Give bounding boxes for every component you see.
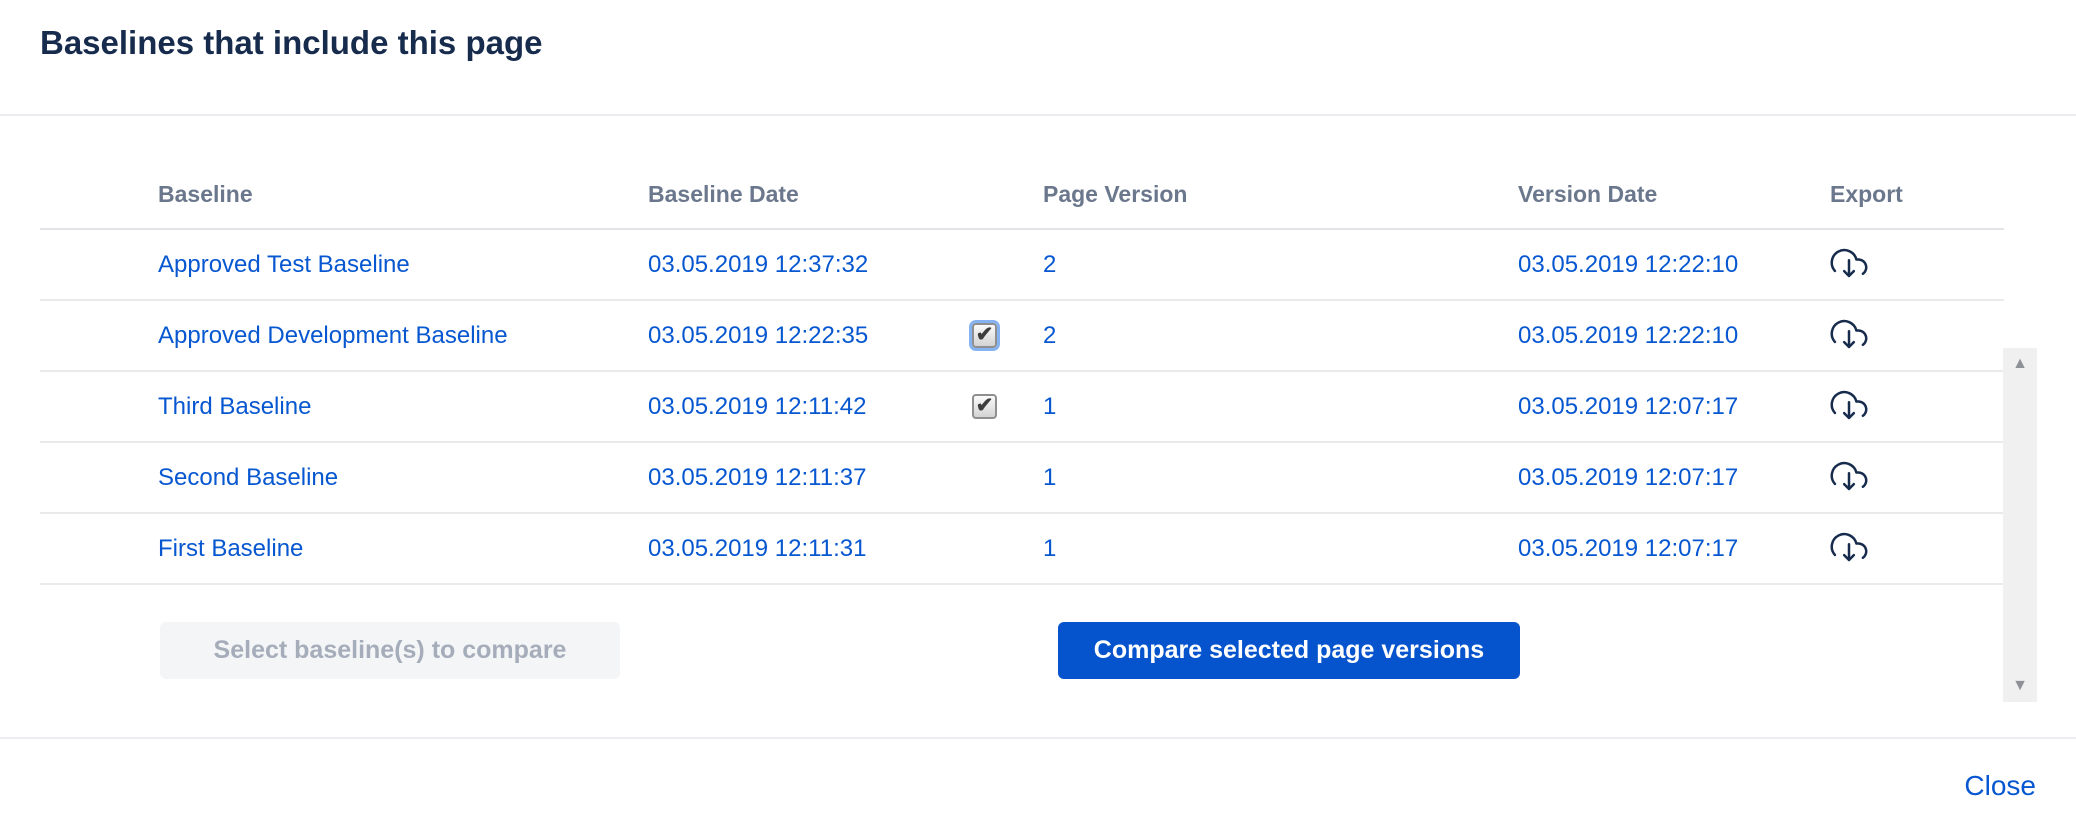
column-header-version-date: Version Date bbox=[1518, 181, 1830, 208]
baseline-link[interactable]: Approved Development Baseline bbox=[158, 322, 508, 349]
page-version-link[interactable]: 1 bbox=[1043, 535, 1056, 562]
baseline-date-link[interactable]: 03.05.2019 12:22:35 bbox=[648, 322, 868, 349]
baseline-date-link[interactable]: 03.05.2019 12:37:32 bbox=[648, 251, 868, 278]
export-icon[interactable] bbox=[1830, 318, 1868, 354]
dialog-title: Baselines that include this page bbox=[40, 24, 542, 62]
table-body: Approved Test Baseline 03.05.2019 12:37:… bbox=[0, 230, 2076, 585]
baseline-link[interactable]: First Baseline bbox=[158, 535, 303, 562]
footer-divider bbox=[0, 737, 2076, 739]
table-header-row: Baseline Baseline Date Page Version Vers… bbox=[40, 116, 2004, 230]
export-icon[interactable] bbox=[1830, 389, 1868, 425]
baselines-table: Baseline Baseline Date Page Version Vers… bbox=[0, 116, 2076, 585]
version-date-link[interactable]: 03.05.2019 12:07:17 bbox=[1518, 393, 1738, 420]
close-link[interactable]: Close bbox=[1964, 770, 2036, 802]
export-icon[interactable] bbox=[1830, 247, 1868, 283]
version-date-link[interactable]: 03.05.2019 12:22:10 bbox=[1518, 251, 1738, 278]
baseline-date-link[interactable]: 03.05.2019 12:11:42 bbox=[648, 393, 866, 420]
scroll-up-icon[interactable]: ▲ bbox=[2012, 356, 2028, 372]
table-scrollbar[interactable]: ▲ ▼ bbox=[2003, 348, 2037, 702]
checkmark-icon: ✔ bbox=[976, 324, 994, 345]
export-icon[interactable] bbox=[1830, 460, 1868, 496]
page-version-link[interactable]: 1 bbox=[1043, 393, 1056, 420]
version-date-link[interactable]: 03.05.2019 12:07:17 bbox=[1518, 464, 1738, 491]
version-date-link[interactable]: 03.05.2019 12:22:10 bbox=[1518, 322, 1738, 349]
column-header-export: Export bbox=[1830, 181, 2004, 208]
page-version-checkbox[interactable]: ✔ bbox=[972, 323, 997, 348]
column-header-baseline: Baseline bbox=[40, 181, 648, 208]
column-header-baseline-date: Baseline Date bbox=[648, 181, 948, 208]
baseline-link[interactable]: Third Baseline bbox=[158, 393, 311, 420]
baseline-date-link[interactable]: 03.05.2019 12:11:37 bbox=[648, 464, 866, 491]
baseline-link[interactable]: Second Baseline bbox=[158, 464, 338, 491]
table-row: Second Baseline 03.05.2019 12:11:37 1 03… bbox=[40, 443, 2004, 514]
table-row: First Baseline 03.05.2019 12:11:31 1 03.… bbox=[40, 514, 2004, 585]
select-baselines-to-compare-button[interactable]: Select baseline(s) to compare bbox=[160, 622, 620, 679]
page-version-checkbox[interactable]: ✔ bbox=[972, 394, 997, 419]
baseline-date-link[interactable]: 03.05.2019 12:11:31 bbox=[648, 535, 866, 562]
scroll-down-icon[interactable]: ▼ bbox=[2012, 678, 2028, 694]
page-version-link[interactable]: 1 bbox=[1043, 464, 1056, 491]
table-row: Approved Development Baseline 03.05.2019… bbox=[40, 301, 2004, 372]
page-version-link[interactable]: 2 bbox=[1043, 251, 1056, 278]
export-icon[interactable] bbox=[1830, 531, 1868, 567]
table-row: Approved Test Baseline 03.05.2019 12:37:… bbox=[40, 230, 2004, 301]
checkmark-icon: ✔ bbox=[976, 395, 994, 416]
page-version-link[interactable]: 2 bbox=[1043, 322, 1056, 349]
version-date-link[interactable]: 03.05.2019 12:07:17 bbox=[1518, 535, 1738, 562]
compare-selected-page-versions-button[interactable]: Compare selected page versions bbox=[1058, 622, 1520, 679]
baseline-link[interactable]: Approved Test Baseline bbox=[158, 251, 410, 278]
table-row: Third Baseline 03.05.2019 12:11:42 ✔ 1 0… bbox=[40, 372, 2004, 443]
column-header-page-version: Page Version bbox=[1013, 181, 1518, 208]
